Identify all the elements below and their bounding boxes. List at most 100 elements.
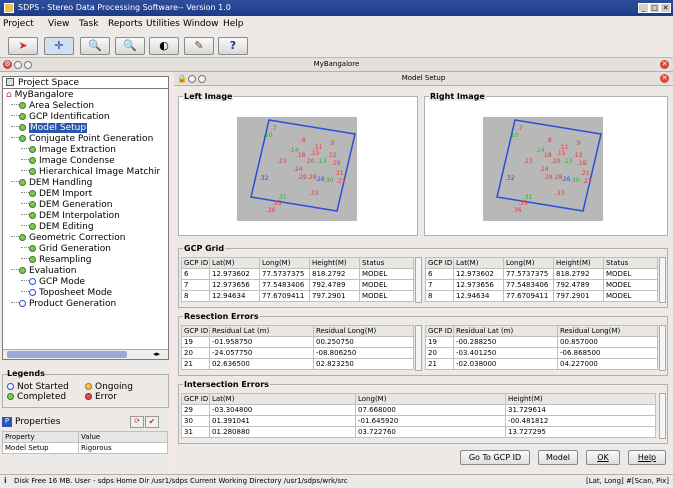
col-residual-lat[interactable]: Residual Lat (m) [209, 325, 314, 337]
properties-refresh-button[interactable]: ⟳ [130, 416, 144, 428]
menu-view[interactable]: View [48, 19, 69, 29]
col-lat[interactable]: Lat(M) [453, 257, 504, 269]
gcp-point-label[interactable]: .33 [555, 190, 565, 197]
gcp-point-label[interactable]: .7 [271, 125, 277, 132]
table-row[interactable]: 19 -00.288250 00.857000 [425, 336, 658, 348]
menu-reports[interactable]: Reports [108, 19, 143, 29]
gcp-point-label[interactable]: .27 [582, 178, 592, 185]
right-image-canvas[interactable]: .7.10.8.11.9.14.18.15.12.23.20.13.19.24.… [425, 97, 669, 237]
gcp-point-label[interactable]: .29 [297, 174, 307, 181]
model-button[interactable]: Model [538, 450, 578, 465]
tree-node-dem-generation[interactable]: DEM Generation [21, 200, 112, 210]
gcp-point-label[interactable]: .20 [305, 158, 315, 165]
tree-node-gcp-mode[interactable]: GCP Mode [21, 277, 85, 287]
resection-left-scrollbar[interactable] [415, 325, 422, 371]
tree-node-grid-generation[interactable]: Grid Generation [21, 244, 111, 254]
ok-button[interactable]: OK [586, 450, 620, 465]
gcp-point-label[interactable]: .33 [309, 190, 319, 197]
properties-apply-button[interactable]: ✔ [145, 416, 159, 428]
col-long[interactable]: Long(M) [503, 257, 554, 269]
gcp-point-label[interactable]: .23 [277, 158, 287, 165]
tree-node-image-condense[interactable]: Image Condense [21, 156, 115, 166]
gcp-point-label[interactable]: .19 [331, 160, 341, 167]
col-gcp-id[interactable]: GCP ID [181, 393, 210, 405]
zoom-out-button[interactable]: 🔍 [115, 37, 145, 55]
gcp-point-label[interactable]: .10 [509, 132, 519, 139]
pointer-tool-button[interactable]: ➤ [8, 37, 38, 55]
gcp-point-label[interactable]: .32 [259, 175, 269, 182]
gcp-point-label[interactable]: .23 [523, 158, 533, 165]
gcp-point-label[interactable]: .9 [575, 140, 581, 147]
gcp-point-label[interactable]: .19 [577, 160, 587, 167]
gcp-point-label[interactable]: .32 [505, 175, 515, 182]
col-long[interactable]: Long(M) [355, 393, 506, 405]
left-image-canvas[interactable]: .7.10.8.11.9.14.18.15.12.23.20.13.19.24.… [179, 97, 419, 237]
table-row[interactable]: 8 12.94634 77.6709411 797.2901 MODEL [425, 290, 658, 302]
gcp-right-scrollbar[interactable] [659, 257, 666, 303]
gcp-left-scrollbar[interactable] [415, 257, 422, 303]
frame-close-icon[interactable]: ✕ [660, 74, 669, 83]
table-row[interactable]: 21 -02.038000 04.227000 [425, 358, 658, 370]
table-row[interactable]: 31 01.280880 03.722760 13.727295 [181, 426, 656, 438]
col-height[interactable]: Height(M) [553, 257, 604, 269]
gcp-point-label[interactable]: .20 [551, 158, 561, 165]
table-row[interactable]: 7 12.973656 77.5483406 792.4789 MODEL [181, 279, 414, 291]
gcp-point-label[interactable]: .29 [543, 174, 553, 181]
scroll-thumb[interactable] [7, 351, 127, 358]
menu-help[interactable]: Help [223, 19, 244, 29]
gcp-point-label[interactable]: .21 [580, 170, 590, 177]
tree-node-geometric-correction[interactable]: Geometric Correction [11, 233, 125, 243]
gcp-point-label[interactable]: .9 [329, 140, 335, 147]
gcp-point-label[interactable]: .35 [272, 200, 282, 207]
gcp-point-label[interactable]: .13 [317, 158, 327, 165]
resection-right-scrollbar[interactable] [659, 325, 666, 371]
edit-pen-button[interactable]: ✎ [184, 37, 214, 55]
gcp-point-label[interactable]: .7 [517, 125, 523, 132]
table-row[interactable]: 6 12.973602 77.5737375 818.2792 MODEL [425, 268, 658, 280]
col-gcp-id[interactable]: GCP ID [425, 257, 454, 269]
tree-node-model-setup[interactable]: Model Setup [11, 123, 88, 133]
crosshair-tool-button[interactable]: ✛ [44, 37, 74, 55]
tree-node-dem-handling[interactable]: DEM Handling [11, 178, 92, 188]
table-row[interactable]: 20 -24.057750 -08.806250 [181, 347, 414, 359]
tree-node-dem-interpolation[interactable]: DEM Interpolation [21, 211, 120, 221]
table-row[interactable]: 19 -01.958750 00.250750 [181, 336, 414, 348]
gcp-point-label[interactable]: .12 [573, 152, 583, 159]
tree-horizontal-scrollbar[interactable]: ◂▸ [3, 349, 168, 359]
col-long[interactable]: Long(M) [259, 257, 310, 269]
col-lat[interactable]: Lat(M) [209, 393, 356, 405]
gcp-point-label[interactable]: .24 [293, 166, 303, 173]
table-row[interactable]: 6 12.973602 77.5737375 818.2792 MODEL [181, 268, 414, 280]
table-row[interactable]: 8 12.94634 77.6709411 797.2901 MODEL [181, 290, 414, 302]
gcp-point-label[interactable]: .30 [324, 177, 334, 184]
gcp-point-label[interactable]: .10 [263, 132, 273, 139]
close-icon[interactable]: ✕ [660, 3, 671, 13]
tree-node-dem-import[interactable]: DEM Import [21, 189, 92, 199]
help-tool-button[interactable]: ? [218, 37, 248, 55]
intersection-scrollbar[interactable] [659, 393, 666, 439]
gcp-point-label[interactable]: .13 [563, 158, 573, 165]
col-gcp-id[interactable]: GCP ID [181, 325, 210, 337]
maximize-icon[interactable]: □ [649, 3, 660, 13]
tree-node-mybangalore[interactable]: ⌂ MyBangalore [6, 90, 73, 100]
project-close-icon[interactable]: ✕ [660, 60, 669, 69]
gcp-point-label[interactable]: .27 [336, 178, 346, 185]
tree-node-dem-editing[interactable]: DEM Editing [21, 222, 94, 232]
col-residual-long[interactable]: Residual Long(M) [557, 325, 658, 337]
col-status[interactable]: Status [603, 257, 658, 269]
gcp-point-label[interactable]: .21 [334, 170, 344, 177]
gcp-point-label[interactable]: .24 [539, 166, 549, 173]
tree-node-gcp-identification[interactable]: GCP Identification [11, 112, 110, 122]
gcp-point-label[interactable]: .8 [546, 137, 552, 144]
tree-node-area-selection[interactable]: Area Selection [11, 101, 94, 111]
col-height[interactable]: Height(M) [505, 393, 656, 405]
contrast-button[interactable]: ◐ [149, 37, 179, 55]
gcp-point-label[interactable]: .36 [512, 207, 522, 214]
gcp-point-label[interactable]: .15 [556, 150, 566, 157]
minimize-icon[interactable]: _ [638, 3, 649, 13]
tree-node-conjugate-point-generation[interactable]: Conjugate Point Generation [11, 134, 153, 144]
zoom-in-button[interactable]: 🔍 [80, 37, 110, 55]
property-value[interactable]: Rigorous [78, 442, 168, 454]
gcp-point-label[interactable]: .35 [518, 200, 528, 207]
help-button[interactable]: Help [628, 450, 666, 465]
